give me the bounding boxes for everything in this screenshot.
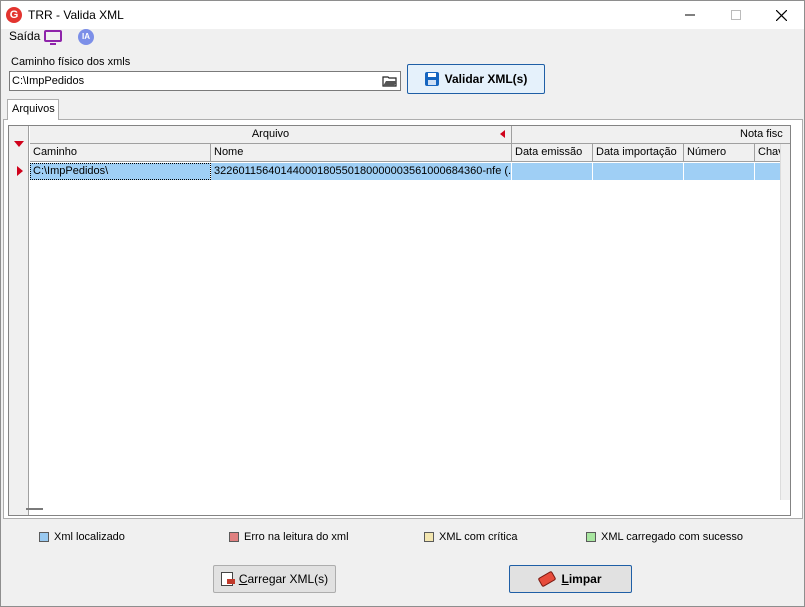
maximize-button[interactable] [713, 1, 759, 29]
tab-arquivos[interactable]: Arquivos [7, 99, 59, 120]
legend-label-localizado: Xml localizado [54, 531, 125, 543]
legend-localizado: Xml localizado [39, 531, 125, 543]
monitor-icon[interactable] [44, 29, 62, 45]
close-button[interactable] [758, 1, 804, 29]
window-title: TRR - Valida XML [28, 8, 124, 22]
legend-swatch-sucesso [586, 532, 596, 542]
cell-data-emissao[interactable] [512, 163, 593, 180]
validar-xml-button[interactable]: Validar XML(s) [407, 64, 545, 94]
title-bar: G TRR - Valida XML [1, 1, 804, 29]
files-grid[interactable]: Arquivo Nota fisc Caminho Nome Data emis… [8, 125, 791, 516]
horizontal-scroll-thumb[interactable] [26, 508, 43, 510]
load-document-icon [220, 572, 235, 586]
band-arquivo[interactable]: Arquivo [30, 126, 512, 144]
validar-xml-label: Validar XML(s) [444, 72, 528, 86]
minimize-icon [685, 14, 695, 16]
col-chave[interactable]: Chav [755, 144, 782, 162]
cell-chave[interactable] [755, 163, 782, 180]
path-label: Caminho físico dos xmls [11, 56, 131, 68]
col-caminho[interactable]: Caminho [30, 144, 211, 162]
cell-data-importacao[interactable] [593, 163, 684, 180]
legend-label-critica: XML com crítica [439, 531, 518, 543]
close-icon [775, 9, 787, 21]
menu-saida[interactable]: Saída [9, 29, 40, 43]
eraser-icon [538, 570, 557, 588]
legend-sucesso: XML carregado com sucesso [586, 531, 743, 543]
legend-critica: XML com crítica [424, 531, 517, 543]
band-nota-fiscal[interactable]: Nota fisc [512, 126, 790, 144]
current-row-icon [17, 166, 23, 176]
cell-nome[interactable]: 3226011564014400018055018000000356100068… [211, 163, 512, 180]
cell-caminho[interactable]: C:\ImpPedidos\ [30, 163, 211, 180]
app-logo-icon: G [6, 7, 22, 23]
path-field[interactable] [9, 71, 401, 91]
legend-swatch-localizado [39, 532, 49, 542]
minimize-button[interactable] [667, 1, 713, 29]
col-numero[interactable]: Número [684, 144, 755, 162]
save-disk-icon [424, 72, 439, 86]
sort-indicator-icon[interactable] [14, 141, 24, 147]
col-data-emissao[interactable]: Data emissão [512, 144, 593, 162]
col-nome[interactable]: Nome [211, 144, 512, 162]
cell-numero[interactable] [684, 163, 755, 180]
band-arquivo-label: Arquivo [251, 128, 290, 140]
carregar-xml-label: Carregar XML(s) [238, 572, 329, 586]
band-nota-fiscal-label: Nota fisc [740, 128, 783, 140]
open-folder-icon[interactable] [382, 74, 398, 88]
col-data-importacao[interactable]: Data importação [593, 144, 684, 162]
path-input[interactable] [12, 73, 372, 89]
legend-swatch-erro [229, 532, 239, 542]
carregar-xml-button[interactable]: Carregar XML(s) [213, 565, 336, 593]
legend-label-erro: Erro na leitura do xml [244, 531, 349, 543]
menu-bar: Saída IA [1, 29, 804, 49]
vertical-scrollbar[interactable] [780, 144, 790, 500]
maximize-icon [731, 10, 741, 20]
legend-erro: Erro na leitura do xml [229, 531, 349, 543]
legend-label-sucesso: XML carregado com sucesso [601, 531, 744, 543]
collapse-band-icon[interactable] [500, 130, 505, 138]
limpar-label: Limpar [561, 572, 602, 586]
ia-assistant-icon[interactable]: IA [78, 29, 94, 45]
main-window: G TRR - Valida XML Saída IA Caminho físi… [0, 0, 805, 607]
limpar-button[interactable]: Limpar [509, 565, 632, 593]
row-indicator-column [9, 126, 29, 515]
legend-swatch-critica [424, 532, 434, 542]
